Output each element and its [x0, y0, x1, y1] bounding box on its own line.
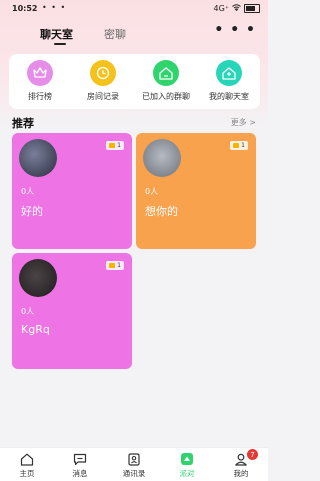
room-avatar — [19, 139, 57, 177]
nav-contacts[interactable]: 通讯录 — [109, 452, 159, 479]
profile-icon — [216, 452, 266, 466]
clock-icon — [90, 60, 116, 86]
room-badge: 1 — [106, 141, 124, 150]
room-member-count: 0人 — [21, 187, 35, 196]
party-icon — [162, 452, 212, 466]
nav-party[interactable]: 派对 — [162, 452, 212, 479]
tab-chatroom[interactable]: 聊天室 — [40, 26, 73, 42]
room-name: 好的 — [21, 205, 43, 218]
battery-icon — [244, 4, 260, 13]
nav-profile[interactable]: 7 我的 — [216, 449, 266, 479]
quick-action-leaderboard[interactable]: 排行榜 — [9, 60, 71, 102]
quick-action-joined-groups[interactable]: 已加入的群聊 — [135, 60, 197, 102]
room-member-count: 0人 — [21, 307, 35, 316]
status-indicators: 4G⁺ — [213, 4, 260, 13]
room-member-count: 0人 — [145, 187, 159, 196]
quick-action-label: 已加入的群聊 — [142, 92, 190, 101]
message-icon — [55, 452, 105, 466]
nav-messages[interactable]: 消息 — [55, 452, 105, 479]
home-icon — [153, 60, 179, 86]
level-icon — [233, 143, 240, 148]
status-time: 10:52 — [12, 4, 38, 13]
room-avatar — [19, 259, 57, 297]
nav-label: 我的 — [233, 469, 249, 478]
quick-action-label: 排行榜 — [28, 92, 52, 101]
status-bar: 10:52 • • • 4G⁺ — [0, 0, 268, 18]
home-icon — [2, 452, 52, 466]
more-link[interactable]: 更多 > — [231, 117, 256, 128]
nav-label: 主页 — [19, 469, 35, 478]
room-badge: 1 — [230, 141, 248, 150]
contacts-icon — [109, 452, 159, 466]
room-name: KgRq — [21, 323, 50, 336]
room-avatar — [143, 139, 181, 177]
nav-label: 消息 — [72, 469, 88, 478]
tab-private-chat[interactable]: 密聊 — [104, 26, 126, 42]
quick-action-room-history[interactable]: 房间记录 — [72, 60, 134, 102]
room-card[interactable]: 1 0人 KgRq — [12, 253, 132, 369]
quick-action-label: 我的聊天室 — [209, 92, 249, 101]
section-title: 推荐 — [12, 117, 34, 130]
notification-badge: 7 — [247, 449, 258, 460]
more-dots-icon[interactable]: • • • — [214, 22, 256, 38]
network-indicator: 4G⁺ — [213, 4, 229, 13]
quick-action-my-chatroom[interactable]: 我的聊天室 — [198, 60, 260, 102]
wifi-icon — [232, 4, 241, 13]
nav-label: 派对 — [179, 469, 195, 478]
crown-icon — [27, 60, 53, 86]
bottom-nav: 主页 消息 通讯录 派对 7 我的 — [0, 447, 268, 481]
nav-label: 通讯录 — [122, 469, 146, 478]
quick-action-label: 房间记录 — [87, 92, 119, 101]
status-dots: • • • — [42, 3, 67, 12]
room-name: 想你的 — [145, 205, 178, 218]
home-icon — [216, 60, 242, 86]
quick-actions-panel: 排行榜 房间记录 已加入的群聊 我的聊天室 — [9, 54, 260, 109]
level-icon — [109, 143, 116, 148]
room-card[interactable]: 1 0人 想你的 — [136, 133, 256, 249]
room-card[interactable]: 1 0人 好的 — [12, 133, 132, 249]
tab-indicator — [54, 43, 66, 45]
level-icon — [109, 263, 116, 268]
nav-home[interactable]: 主页 — [2, 452, 52, 479]
room-badge: 1 — [106, 261, 124, 270]
